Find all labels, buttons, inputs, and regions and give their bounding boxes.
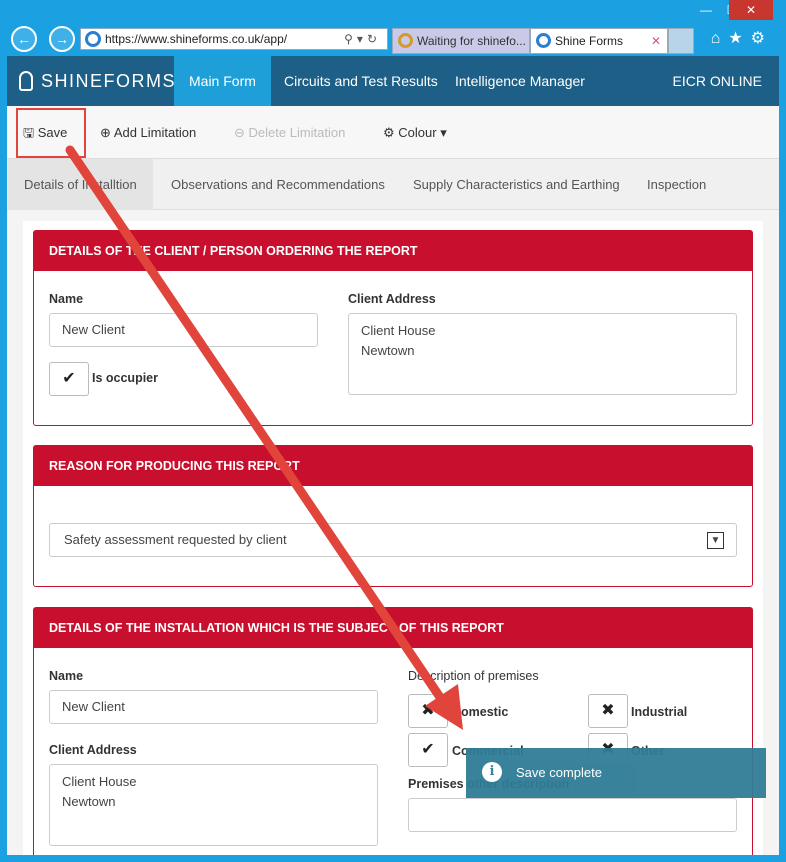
installation-address-label: Client Address (49, 743, 137, 757)
nav-main-form[interactable]: Main Form (174, 56, 271, 106)
address-line: Newtown (62, 794, 116, 809)
tab-inspection-schedule[interactable]: Inspection Schedule (631, 159, 779, 243)
check-icon: ✔ (62, 370, 76, 387)
client-panel: DETAILS OF THE CLIENT / PERSON ORDERING … (33, 230, 753, 426)
toolbar: 🖫 Save ⊕ Add Limitation ⊖ Delete Limitat… (7, 106, 779, 159)
domestic-label: Domestic (452, 705, 509, 719)
reason-panel: REASON FOR PRODUCING THIS REPORT Safety … (33, 445, 753, 587)
browser-tab-waiting[interactable]: Waiting for shinefo... (392, 28, 530, 54)
nav-eicr-online[interactable]: EICR ONLINE (658, 56, 777, 106)
industrial-label: Industrial (631, 705, 688, 719)
add-limitation-label: Add Limitation (113, 125, 197, 140)
brand-name: SHINEFORMS (41, 71, 177, 91)
client-name-input[interactable]: New Client (49, 313, 318, 347)
add-limitation-button[interactable]: ⊕ Add Limitation (100, 106, 196, 159)
premises-other-description-input[interactable] (408, 798, 737, 832)
check-icon: ✔ (421, 741, 435, 758)
save-complete-toast[interactable]: i Save complete (466, 748, 766, 798)
gear-icon: ⚙ (383, 125, 395, 140)
address-line: Newtown (361, 343, 415, 358)
plus-circle-icon: ⊕ (100, 125, 111, 140)
tab-label: Shine Forms (555, 34, 624, 48)
tab-observations[interactable]: Observations and Recommendations (155, 159, 401, 210)
installation-address-textarea[interactable]: Client House Newtown (49, 764, 378, 846)
minimize-icon[interactable]: — (693, 0, 719, 20)
panel-title: DETAILS OF THE INSTALLATION WHICH IS THE… (34, 608, 752, 648)
address-line: Client House (62, 774, 137, 789)
address-line: Client House (361, 323, 436, 338)
colour-label: Colour (398, 125, 437, 140)
forward-icon[interactable]: → (49, 26, 75, 52)
favorites-star-icon[interactable]: ★ (728, 30, 750, 47)
lightbulb-icon (19, 71, 33, 91)
gear-icon[interactable]: ⚙ (751, 30, 773, 47)
ie-icon (536, 33, 551, 48)
colour-dropdown[interactable]: ⚙ Colour ▾ (383, 106, 447, 159)
page: SHINEFORMS Main Form Circuits and Test R… (7, 56, 779, 855)
home-icon[interactable]: ⌂ (711, 30, 729, 47)
close-tab-icon[interactable]: ✕ (651, 29, 661, 53)
address-bar[interactable]: https://www.shineforms.co.uk/app/ ⚲▾↻ (80, 28, 388, 50)
installation-panel: DETAILS OF THE INSTALLATION WHICH IS THE… (33, 607, 753, 855)
cross-icon: ✖ (421, 702, 435, 719)
commercial-checkbox[interactable]: ✔ (408, 733, 448, 767)
url-text: https://www.shineforms.co.uk/app/ (105, 32, 288, 46)
toast-message: Save complete (516, 765, 602, 780)
ie-icon (398, 33, 413, 48)
title-bar: — ☐ ✕ (7, 0, 779, 22)
cross-icon: ✖ (601, 702, 615, 719)
nav-circuits[interactable]: Circuits and Test Results (269, 56, 453, 106)
save-button[interactable]: 🖫 Save (23, 106, 67, 159)
back-icon[interactable]: ← (11, 26, 37, 52)
info-icon: i (482, 762, 502, 782)
domestic-checkbox[interactable]: ✖ (408, 694, 448, 728)
delete-limitation-label: Delete Limitation (248, 125, 346, 140)
save-icon: 🖫 (23, 125, 35, 140)
minus-circle-icon: ⊖ (234, 125, 245, 140)
address-tools-icon[interactable]: ⚲▾↻ (344, 29, 381, 49)
delete-limitation-button[interactable]: ⊖ Delete Limitation (234, 106, 345, 159)
premises-label: Description of premises (408, 669, 539, 683)
panel-title: REASON FOR PRODUCING THIS REPORT (34, 446, 752, 486)
tab-supply-characteristics[interactable]: Supply Characteristics and Earthing (397, 159, 636, 210)
reason-selected-value: Safety assessment requested by client (64, 532, 287, 547)
caret-down-icon: ▾ (440, 125, 447, 140)
installation-name-label: Name (49, 669, 84, 683)
tab-label: Waiting for shinefo... (417, 34, 526, 48)
client-address-label: Client Address (348, 292, 436, 306)
app-navbar: SHINEFORMS Main Form Circuits and Test R… (7, 56, 779, 106)
tab-details-of-installation[interactable]: Details of Installtion (8, 159, 153, 210)
browser-nav-row: ← → https://www.shineforms.co.uk/app/ ⚲▾… (7, 22, 779, 56)
industrial-checkbox[interactable]: ✖ (588, 694, 628, 728)
browser-tab-shine-forms[interactable]: Shine Forms ✕ (530, 28, 668, 54)
new-tab-button[interactable] (668, 28, 694, 54)
save-label: Save (37, 125, 68, 140)
is-occupier-checkbox[interactable]: ✔ (49, 362, 89, 396)
browser-tools: ⌂★⚙ (711, 28, 773, 48)
reason-select[interactable]: Safety assessment requested by client ▼ (49, 523, 737, 557)
nav-intelligence-manager[interactable]: Intelligence Manager (440, 56, 600, 106)
panel-title: DETAILS OF THE CLIENT / PERSON ORDERING … (34, 231, 752, 271)
installation-name-input[interactable]: New Client (49, 690, 378, 724)
is-occupier-label: Is occupier (92, 371, 158, 385)
ie-icon (85, 31, 101, 47)
client-address-textarea[interactable]: Client House Newtown (348, 313, 737, 395)
close-icon[interactable]: ✕ (729, 0, 773, 20)
chevron-down-icon: ▼ (707, 532, 724, 549)
client-name-label: Name (49, 292, 84, 306)
brand-logo[interactable]: SHINEFORMS (17, 56, 176, 106)
section-tabs: Details of Installtion Observations and … (7, 159, 779, 243)
